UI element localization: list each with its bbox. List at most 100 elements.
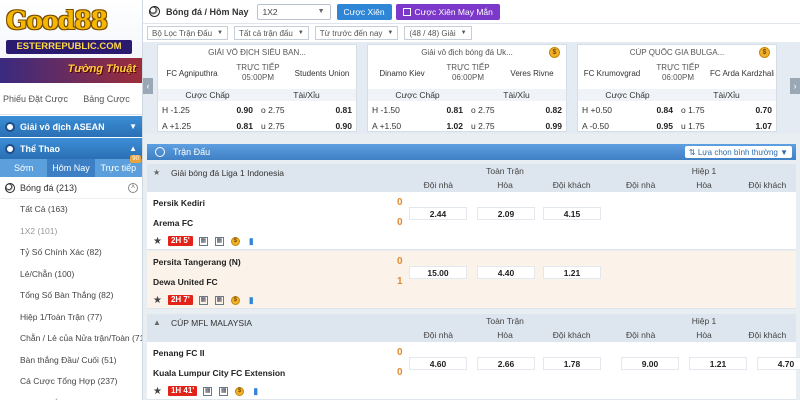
lineup-grid-icon[interactable]: ▦ — [214, 236, 224, 246]
chevron-up-icon: ˄ — [128, 182, 138, 193]
chevron-right-icon[interactable]: › — [790, 78, 800, 94]
handicap-cell[interactable]: A +1.25 0.81 — [158, 121, 257, 135]
card-kickoff-time: 06:00PM — [661, 73, 695, 82]
tab-bet-slip[interactable]: Phiếu Đặt Cược — [0, 94, 71, 104]
handicap-cell[interactable]: H -1.50 0.81 — [368, 105, 467, 119]
chevron-left-icon[interactable]: ‹ — [143, 78, 153, 94]
odds-button[interactable]: 9.00 — [621, 357, 679, 370]
card-odds-header: Cược Chấp Tài/Xỉu — [368, 89, 566, 101]
odds-button[interactable]: 4.60 — [409, 357, 467, 370]
asean-section-header[interactable]: Giải vô địch ASEAN ▼ — [0, 115, 142, 137]
sidebar-bet-type-item[interactable]: Lẻ/Chẵn (100) — [0, 264, 142, 286]
away-team-name[interactable]: Arema FC — [153, 218, 193, 228]
bar-chart-icon[interactable]: ▮ — [247, 236, 256, 246]
sidebar-bet-type-item[interactable]: Cược Thắng (50) — [0, 393, 142, 400]
col-home: Đội nhà — [626, 180, 656, 190]
odds-button[interactable]: 1.78 — [543, 357, 601, 370]
sidebar-bet-type-item[interactable]: Hiệp 1/Toàn Trận (77) — [0, 307, 142, 329]
league-count-select[interactable]: (48 / 48) Giải ▼ — [404, 26, 472, 40]
card-odds-header: Cược Chấp Tài/Xỉu — [158, 89, 356, 101]
over-under-odds: 0.70 — [755, 105, 772, 115]
logo[interactable]: Good88 ESTERREPUBLIC.COM — [0, 0, 142, 58]
filter-bar: Bộ Lọc Trận Đấu ▼ Tất cả trận đấu ▼ Từ t… — [143, 24, 800, 42]
subtab-live[interactable]: Trực tiếp 90 — [95, 155, 142, 177]
odds-button[interactable]: 4.40 — [477, 266, 535, 279]
odds-button[interactable]: 15.00 — [409, 266, 467, 279]
stats-grid-icon[interactable]: ▦ — [203, 386, 213, 396]
sidebar-bet-type-item[interactable]: Tất Cả (163) — [0, 199, 142, 221]
line-value: -0.50 — [589, 121, 609, 131]
tab-bet-board[interactable]: Bảng Cược — [71, 94, 142, 104]
market-select[interactable]: 1X2 ▼ — [256, 3, 331, 20]
sports-section-header[interactable]: Thể Thao ▲ — [0, 137, 142, 159]
home-team-name[interactable]: Persita Tangerang (N) — [153, 257, 241, 267]
odds-button[interactable]: 2.66 — [477, 357, 535, 370]
sort-select[interactable]: ⇅ Lựa chọn bình thường ▼ — [684, 146, 792, 158]
featured-match-card[interactable]: GIẢI VÔ ĐỊCH SIÊU BAN... FC Agniputhra Stu… — [157, 44, 357, 132]
time-range-select[interactable]: Từ trước đến nay ▼ — [314, 26, 399, 40]
stats-grid-icon[interactable]: ▦ — [198, 236, 208, 246]
favorite-star-icon[interactable]: ★ — [153, 386, 162, 397]
away-team-name[interactable]: Kuala Lumpur City FC Extension — [153, 368, 285, 378]
sidebar-bet-type-item[interactable]: Chẵn / Lẻ của Nửa trận/Toàn (71) — [0, 328, 142, 350]
odds-button[interactable]: 4.15 — [543, 207, 601, 220]
away-score: 0 — [397, 367, 403, 378]
home-team-name[interactable]: Penang FC II — [153, 348, 204, 358]
handicap-cell[interactable]: A +1.50 1.02 — [368, 121, 467, 135]
subtab-early[interactable]: Sớm — [0, 159, 47, 177]
handicap-cell[interactable]: H +0.50 0.84 — [578, 105, 677, 119]
coin-icon[interactable]: $ — [235, 386, 245, 396]
odds-button[interactable]: 4.70 — [757, 357, 800, 370]
sidebar-item-football[interactable]: Bóng đá (213) ˄ — [0, 177, 142, 199]
away-score: 0 — [397, 217, 403, 228]
line-value: 2.75 — [268, 105, 285, 115]
over-under-header: Tài/Xỉu — [503, 90, 530, 100]
sidebar-bet-type-item[interactable]: Tỷ Số Chính Xác (82) — [0, 242, 142, 264]
column-labels: Đội nhà Hòa Đội khách — [405, 328, 605, 342]
coin-icon[interactable]: $ — [230, 236, 240, 246]
league-header[interactable]: ★ Giải bóng đá Liga 1 Indonesia Toàn Trận Đ… — [147, 164, 796, 192]
stats-grid-icon[interactable]: ▦ — [198, 295, 208, 305]
favorite-star-icon[interactable]: ★ — [153, 236, 162, 247]
odds-button[interactable]: 1.21 — [543, 266, 601, 279]
over-under-cell[interactable]: o 1.75 0.70 — [677, 105, 776, 119]
lineup-grid-icon[interactable]: ▦ — [219, 386, 229, 396]
bar-chart-icon[interactable]: ▮ — [247, 295, 256, 305]
over-under-cell[interactable]: o 2.75 0.82 — [467, 105, 566, 119]
handicap-cell[interactable]: A -0.50 0.95 — [578, 121, 677, 135]
full-time-columns: Toàn Trận Đội nhà Hòa Đội khách — [405, 164, 605, 192]
lucky-parlay-button[interactable]: Cược Xiên May Mắn — [395, 3, 500, 20]
over-under-cell[interactable]: u 2.75 0.99 — [467, 121, 566, 135]
site-name: ESTERREPUBLIC.COM — [6, 40, 132, 54]
sidebar-bet-type-item[interactable]: Tổng Số Bàn Thắng (82) — [0, 285, 142, 307]
sidebar-bet-type-item[interactable]: Cá Cược Tổng Hợp (237) — [0, 371, 142, 393]
away-team-name[interactable]: Dewa United FC — [153, 277, 218, 287]
match-time-tag: 2H 7' — [167, 295, 193, 305]
parlay-button[interactable]: Cược Xiên — [336, 3, 392, 20]
all-matches-select[interactable]: Tất cả trận đấu ▼ — [234, 26, 309, 40]
handicap-cell[interactable]: H -1.25 0.90 — [158, 105, 257, 119]
over-under-cell[interactable]: u 2.75 0.90 — [257, 121, 356, 135]
sidebar-bet-type-item[interactable]: Bàn thắng Đầu/ Cuối (51) — [0, 350, 142, 372]
featured-match-card[interactable]: Giải vô địch bóng đá Uk... $ Dinamo Kiev Ve… — [367, 44, 567, 132]
league-header[interactable]: ▲ CÚP MFL MALAYSIA Toàn Trận Đội nhà Hòa Đội … — [147, 314, 796, 342]
coin-icon[interactable]: $ — [230, 295, 240, 305]
card-odds-row: A -0.50 0.95 u 1.75 1.07 — [578, 121, 776, 135]
match-list-header: Trận Đấu ⇅ Lựa chọn bình thường ▼ — [147, 144, 796, 160]
league-name: Giải bóng đá Liga 1 Indonesia — [171, 168, 284, 178]
odds-button[interactable]: 1.21 — [689, 357, 747, 370]
bar-chart-icon[interactable]: ▮ — [251, 386, 260, 396]
lineup-grid-icon[interactable]: ▦ — [214, 295, 224, 305]
over-under-cell[interactable]: o 2.75 0.81 — [257, 105, 356, 119]
odds-button[interactable]: 2.44 — [409, 207, 467, 220]
match-filter-select[interactable]: Bộ Lọc Trận Đấu ▼ — [147, 26, 228, 40]
home-team-name[interactable]: Persik Kediri — [153, 198, 205, 208]
odds-button[interactable]: 2.09 — [477, 207, 535, 220]
sidebar-bet-type-item[interactable]: 1X2 (101) — [0, 221, 142, 243]
ou-label: o — [261, 105, 266, 115]
featured-match-card[interactable]: CÚP QUỐC GIA BULGA... $ FC Krumovgrad FC Ar… — [577, 44, 777, 132]
subtab-today[interactable]: Hôm Nay — [47, 159, 95, 177]
over-under-cell[interactable]: u 1.75 1.07 — [677, 121, 776, 135]
favorite-star-icon[interactable]: ★ — [153, 295, 162, 306]
live-commentary-banner[interactable]: Tường Thuật — [0, 58, 142, 83]
